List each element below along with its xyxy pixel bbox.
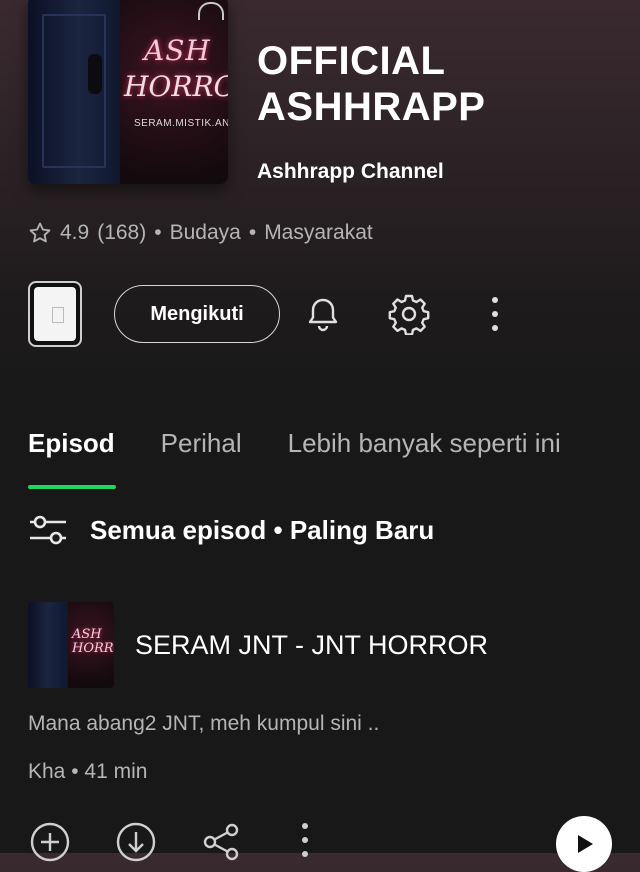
rating-count[interactable]: (168) xyxy=(97,221,146,245)
cover-hand-graphic xyxy=(88,54,102,94)
thumb-title-ash: ASH xyxy=(72,627,102,642)
following-button[interactable]: Mengikuti xyxy=(114,285,280,343)
channel-name[interactable]: Ashhrapp Channel xyxy=(257,160,444,184)
podcast-title-line2: ASHHRAPP xyxy=(257,85,486,129)
play-button[interactable] xyxy=(556,816,612,872)
more-vertical-icon[interactable] xyxy=(300,820,310,864)
rating-row: 4.9 (168) • Budaya • Masyarakat xyxy=(28,221,373,245)
cover-title-horror: HORROR xyxy=(124,70,228,103)
tab-episod[interactable]: Episod xyxy=(28,428,116,489)
bell-icon[interactable] xyxy=(302,293,344,335)
download-circle-icon[interactable] xyxy=(114,820,158,864)
more-vertical-icon[interactable] xyxy=(474,293,516,335)
thumb-title-horror: HORROR xyxy=(72,641,114,656)
cover-title-ash: ASH xyxy=(144,34,211,67)
rating-score: 4.9 xyxy=(60,221,90,244)
tab-lebih-banyak[interactable]: Lebih banyak seperti ini xyxy=(288,428,561,459)
gear-icon[interactable] xyxy=(388,293,430,335)
separator-dot: • xyxy=(154,221,162,244)
cover-subtitle: SERAM.MISTIK.ANGKER xyxy=(134,118,228,129)
podcast-thumbnail-button[interactable] xyxy=(28,281,82,347)
episode-filter[interactable]: Semua episod • Paling Baru xyxy=(28,512,434,548)
add-circle-icon[interactable] xyxy=(28,820,72,864)
tab-bar: Episod Perihal Lebih banyak seperti ini xyxy=(28,428,561,489)
podcast-actions: Mengikuti xyxy=(28,281,628,351)
tab-perihal[interactable]: Perihal xyxy=(161,428,242,459)
headphones-icon xyxy=(198,2,224,20)
podcast-title: OFFICIAL ASHHRAPP xyxy=(257,38,617,130)
star-outline-icon xyxy=(29,222,51,243)
category-budaya[interactable]: Budaya xyxy=(170,221,241,245)
filter-label: Semua episod • Paling Baru xyxy=(90,514,435,545)
episode-actions xyxy=(28,820,618,862)
cover-door-graphic xyxy=(28,0,120,184)
podcast-cover-art: ASH HORROR SERAM.MISTIK.ANGKER xyxy=(28,0,228,184)
play-icon xyxy=(578,835,593,853)
episode-description: Mana abang2 JNT, meh kumpul sini .. xyxy=(28,712,380,735)
episode-title[interactable]: SERAM JNT - JNT HORROR xyxy=(135,630,488,661)
separator-dot: • xyxy=(248,221,257,244)
episode-meta: Kha • 41 min xyxy=(28,760,148,783)
episode-thumbnail: ASH HORROR xyxy=(28,602,114,688)
category-masyarakat[interactable]: Masyarakat xyxy=(264,221,373,245)
filter-sliders-icon xyxy=(30,515,66,545)
thumbnail-image xyxy=(34,287,76,341)
podcast-title-line1: OFFICIAL xyxy=(257,39,446,83)
thumb-title: ASH HORROR xyxy=(72,628,114,656)
share-icon[interactable] xyxy=(200,820,244,864)
thumb-door-graphic xyxy=(28,602,68,688)
